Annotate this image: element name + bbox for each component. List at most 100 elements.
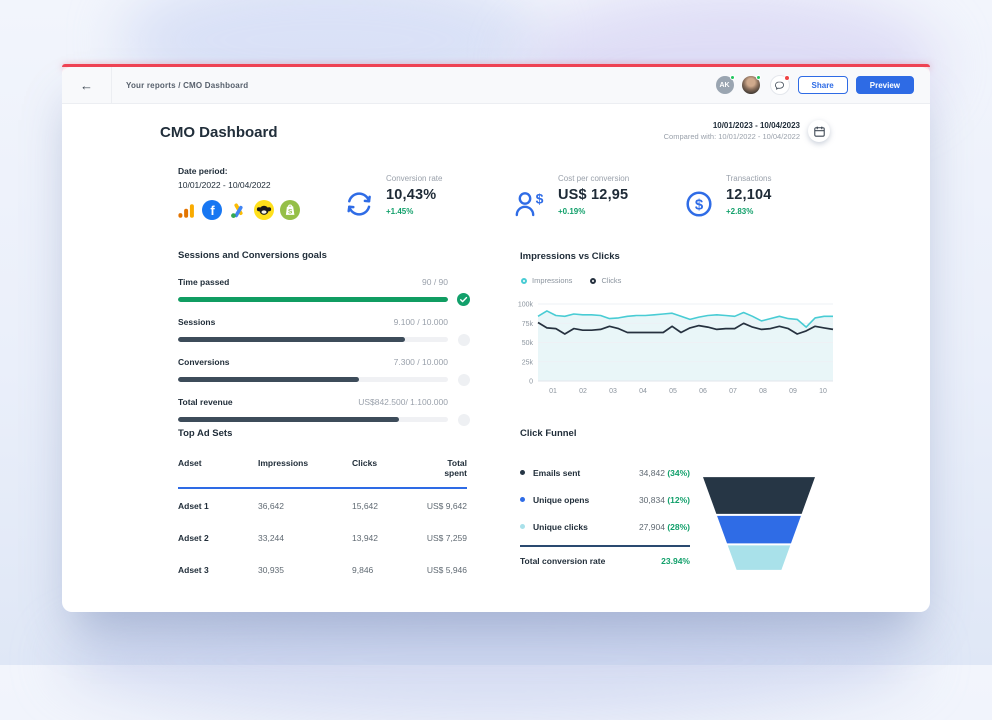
compared-date-range: Compared with: 10/01/2022 - 10/04/2022 <box>664 132 800 141</box>
funnel-row: Unique clicks27,904 (28%) <box>520 518 690 535</box>
table-cell: US$ 9,642 <box>426 501 467 511</box>
date-period-block: Date period: 10/01/2022 - 10/04/2022 <box>178 166 271 190</box>
shopify-icon[interactable]: S <box>280 200 300 220</box>
kpi-label: Cost per conversion <box>558 174 629 183</box>
share-button[interactable]: Share <box>798 76 848 94</box>
facebook-ads-icon[interactable]: f <box>202 200 222 220</box>
user-dollar-icon: $ <box>514 189 546 224</box>
goals-rows: Time passed90 / 90 Sessions9.100 / 10.000… <box>178 277 470 426</box>
funnel-divider <box>520 545 690 547</box>
progress-bar <box>178 337 448 342</box>
svg-text:01: 01 <box>549 388 557 395</box>
legend-item-clicks[interactable]: Clicks <box>590 276 621 285</box>
svg-text:100k: 100k <box>518 302 534 309</box>
table-row: Adset 233,24413,942US$ 7,259 <box>178 521 467 553</box>
unread-dot <box>784 75 790 81</box>
funnel-segment[interactable] <box>717 516 801 543</box>
funnel-list: Emails sent34,842 (34%)Unique opens30,83… <box>520 464 690 566</box>
breadcrumb[interactable]: Your reports / CMO Dashboard <box>126 81 248 90</box>
google-ads-icon[interactable] <box>228 200 248 220</box>
current-date-range: 10/01/2023 - 10/04/2023 <box>664 121 800 130</box>
table-cell: Adset 1 <box>178 501 258 511</box>
table-cell: US$ 5,946 <box>426 565 467 575</box>
table-cell: Adset 3 <box>178 565 258 575</box>
top-bar: ← Your reports / CMO Dashboard AK Share … <box>62 67 930 104</box>
svg-text:$: $ <box>695 197 704 214</box>
kpi-delta: +1.45% <box>386 207 442 216</box>
funnel-total-label: Total conversion rate <box>520 556 605 566</box>
column-header: Impressions <box>258 458 352 478</box>
kpi-value: 12,104 <box>726 187 772 203</box>
progress-bar <box>178 297 448 302</box>
table-cell: US$ 7,259 <box>426 533 467 543</box>
svg-text:07: 07 <box>729 388 737 395</box>
funnel-title: Click Funnel <box>520 428 576 439</box>
preview-button[interactable]: Preview <box>856 76 914 94</box>
funnel-segment[interactable] <box>728 545 791 569</box>
goal-row: Sessions9.100 / 10.000 <box>178 317 470 346</box>
series-dot <box>520 470 525 475</box>
svg-text:08: 08 <box>759 388 767 395</box>
svg-text:25k: 25k <box>522 359 534 366</box>
goal-row: Time passed90 / 90 <box>178 277 470 306</box>
avatar-initials: AK <box>719 82 729 89</box>
kpi-value: US$ 12,95 <box>558 187 629 203</box>
topbar-actions: AK Share Preview <box>708 75 930 95</box>
kpi-label: Conversion rate <box>386 174 442 183</box>
adsets-header-row: AdsetImpressionsClicksTotal spent <box>178 458 467 489</box>
svg-text:f: f <box>210 203 215 218</box>
progress-bar <box>178 377 448 382</box>
chart-legend: Impressions Clicks <box>521 276 621 285</box>
calendar-icon[interactable] <box>808 120 830 142</box>
svg-text:02: 02 <box>579 388 587 395</box>
table-cell: 9,846 <box>352 565 426 575</box>
online-status-dot <box>756 75 761 80</box>
kpi-delta: +2.83% <box>726 207 772 216</box>
goals-section: Sessions and Conversions goals Time pass… <box>178 250 470 437</box>
series-dot <box>520 497 525 502</box>
refresh-icon <box>344 189 374 224</box>
chat-icon[interactable] <box>770 75 790 95</box>
funnel-row: Emails sent34,842 (34%) <box>520 464 690 481</box>
svg-text:09: 09 <box>789 388 797 395</box>
check-icon <box>457 293 470 306</box>
impressions-clicks-chart[interactable]: 025k50k75k100k01020304050607080910 <box>510 294 840 402</box>
mailchimp-icon[interactable] <box>254 200 274 220</box>
avatar[interactable] <box>742 76 760 94</box>
online-status-dot <box>730 75 735 80</box>
progress-bar <box>178 417 448 422</box>
kpi-delta: +0.19% <box>558 207 629 216</box>
kpi-value: 10,43% <box>386 187 442 203</box>
connected-sources: f S <box>176 200 300 220</box>
back-arrow-icon[interactable]: ← <box>62 67 112 103</box>
google-analytics-icon[interactable] <box>176 200 196 220</box>
svg-text:05: 05 <box>669 388 677 395</box>
series-dot <box>520 524 525 529</box>
kpi-transactions: $ Transactions 12,104 +2.83% <box>684 174 772 224</box>
date-compare-block: 10/01/2023 - 10/04/2023 Compared with: 1… <box>664 120 830 142</box>
avatar[interactable]: AK <box>716 76 734 94</box>
date-compare-text: 10/01/2023 - 10/04/2023 Compared with: 1… <box>664 121 800 141</box>
funnel-rows: Emails sent34,842 (34%)Unique opens30,83… <box>520 464 690 535</box>
column-header: Adset <box>178 458 258 478</box>
kpi-conversion-rate: Conversion rate 10,43% +1.45% <box>344 174 442 224</box>
legend-ring <box>521 278 527 284</box>
table-cell: 36,642 <box>258 501 352 511</box>
svg-text:04: 04 <box>639 388 647 395</box>
click-funnel-chart[interactable] <box>703 477 815 570</box>
svg-text:10: 10 <box>819 388 827 395</box>
funnel-total-row: Total conversion rate 23.94% <box>520 556 690 566</box>
date-period-label: Date period: <box>178 166 271 176</box>
legend-item-impressions[interactable]: Impressions <box>521 276 572 285</box>
table-row: Adset 330,9359,846US$ 5,946 <box>178 553 467 585</box>
funnel-total-value: 23.94% <box>661 556 690 566</box>
goal-row: Total revenueUS$842.500/ 1.100.000 <box>178 397 470 426</box>
adsets-body: Adset 136,64215,642US$ 9,642Adset 233,24… <box>178 489 467 585</box>
funnel-segment[interactable] <box>703 477 815 514</box>
dashboard-card: ← Your reports / CMO Dashboard AK Share … <box>62 64 930 612</box>
svg-text:03: 03 <box>609 388 617 395</box>
pending-dot <box>457 413 470 426</box>
dollar-circle-icon: $ <box>684 189 714 224</box>
legend-label: Impressions <box>532 276 572 285</box>
legend-label: Clicks <box>601 276 621 285</box>
